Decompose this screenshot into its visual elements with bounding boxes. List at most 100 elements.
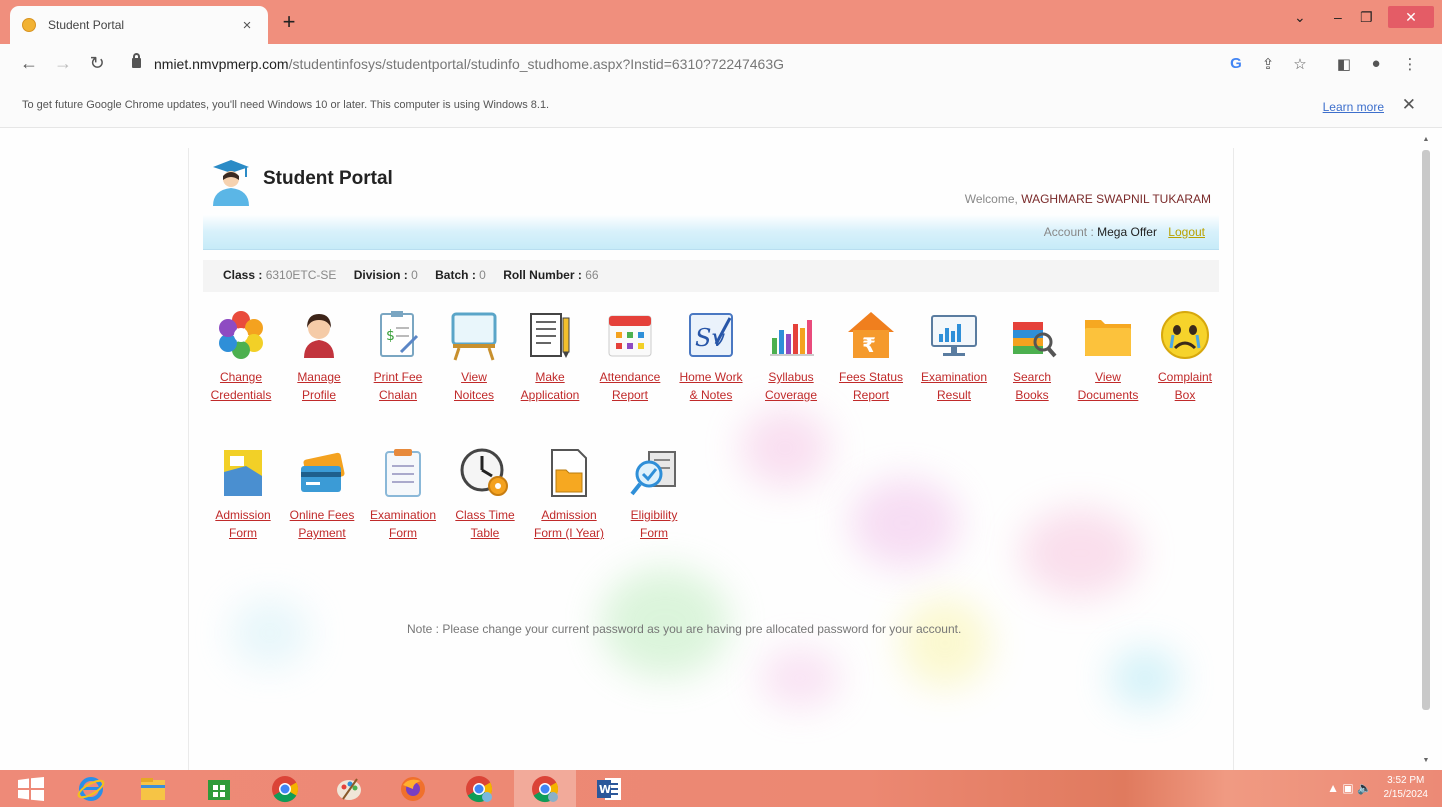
tile-label: View Documents (1077, 370, 1139, 402)
tab-favicon-icon (22, 18, 36, 32)
portal-container: Student Portal Welcome, WAGHMARE SWAPNIL… (188, 148, 1234, 770)
tile-label: Attendance Report (599, 370, 661, 402)
tile-make-application[interactable]: Make Application (510, 308, 590, 404)
internet-explorer-icon[interactable] (76, 774, 106, 804)
class-label: Class : (223, 268, 263, 282)
crying-face-icon (1161, 311, 1209, 359)
tile-eligibility-form[interactable]: Eligibility Form (614, 446, 694, 542)
address-bar[interactable]: nmiet.nmvpmerp.com/studentinfosys/studen… (154, 56, 784, 72)
tile-admission-form-i-year[interactable]: Admission Form (I Year) (529, 446, 609, 542)
tile-label: Manage Profile (297, 370, 341, 402)
division-value: 0 (411, 268, 418, 282)
share-icon[interactable]: ⇪ (1258, 55, 1278, 73)
store-icon[interactable] (204, 774, 234, 804)
scroll-up-icon[interactable]: ▲ (1420, 136, 1432, 143)
tile-syllabus-coverage[interactable]: Syllabus Coverage (751, 308, 831, 404)
infobar-message: To get future Google Chrome updates, you… (22, 99, 550, 111)
windows-start-icon[interactable] (16, 774, 46, 804)
magnifier-check-icon (630, 451, 676, 496)
restore-button[interactable]: ❐ (1360, 8, 1373, 26)
scroll-down-icon[interactable]: ▼ (1420, 757, 1432, 764)
menu-tiles: Change Credentials Manage Profile $ Prin… (203, 308, 1219, 584)
menu-kebab-icon[interactable]: ⋮ (1400, 55, 1420, 73)
tile-view-notices[interactable]: View Noitces (434, 308, 514, 404)
new-tab-button[interactable]: + (278, 10, 300, 34)
firefox-icon[interactable] (398, 774, 428, 804)
page-scrollbar[interactable]: ▲ ▼ (1420, 136, 1432, 764)
windows-taskbar: W ▲ ▣ 🔈 3:52 PM 2/15/2024 (0, 770, 1442, 807)
system-tray-icons[interactable]: ▲ ▣ 🔈 (1327, 781, 1372, 795)
chrome-icon[interactable] (270, 774, 300, 804)
minimize-button[interactable]: – (1334, 8, 1342, 26)
class-info-bar: Class : 6310ETC-SE Division : 0 Batch : … (203, 260, 1219, 292)
file-explorer-icon[interactable] (138, 774, 168, 804)
gear-icon (219, 311, 263, 359)
monitor-chart-icon (931, 315, 977, 356)
tile-attendance-report[interactable]: Attendance Report (590, 308, 670, 404)
back-button[interactable]: ← (18, 53, 40, 74)
password-note: Note : Please change your current passwo… (407, 622, 962, 636)
bar-chart-icon (770, 320, 814, 356)
tile-class-time-table[interactable]: Class Time Table (445, 446, 525, 542)
paint-icon[interactable] (334, 774, 364, 804)
account-label: Account : (1043, 225, 1094, 239)
close-window-button[interactable]: ✕ (1388, 6, 1434, 28)
lock-icon (132, 53, 141, 68)
account-info: Account : Mega Offer Logout (1044, 225, 1205, 239)
svg-text:$: $ (386, 328, 395, 344)
tile-row-1: Change Credentials Manage Profile $ Prin… (203, 308, 1219, 446)
tile-print-fee-chalan[interactable]: $ Print Fee Chalan (358, 308, 438, 404)
student-graduate-icon (213, 160, 249, 206)
clipboard-icon (385, 449, 421, 497)
tile-fees-status-report[interactable]: ₹ Fees Status Report (831, 308, 911, 404)
page-title: Student Portal (263, 168, 393, 189)
rupee-house-icon: ₹ (848, 312, 894, 358)
tab-close-icon[interactable]: × (238, 17, 256, 34)
clock-time: 3:52 PM (1387, 775, 1425, 786)
bookmark-star-icon[interactable]: ☆ (1290, 55, 1310, 73)
tile-search-books[interactable]: Search Books (992, 308, 1072, 404)
person-icon (304, 314, 334, 358)
tile-home-work-notes[interactable]: Sv Home Work & Notes (671, 308, 751, 404)
calendar-icon (608, 315, 652, 357)
learn-more-link[interactable]: Learn more (1323, 100, 1384, 114)
welcome-prefix: Welcome, (964, 192, 1018, 206)
profile-icon[interactable]: ● (1366, 55, 1386, 72)
tile-change-credentials[interactable]: Change Credentials (201, 308, 281, 404)
tile-label: Make Application (520, 370, 580, 402)
account-bar: Account : Mega Offer Logout (203, 214, 1219, 250)
reload-button[interactable]: ↻ (86, 53, 108, 74)
form-icon (224, 450, 262, 496)
forward-button[interactable]: → (52, 53, 74, 74)
browser-tab-student-portal[interactable]: Student Portal × (10, 6, 268, 44)
taskbar-clock[interactable]: 3:52 PM 2/15/2024 (1384, 774, 1429, 802)
account-plan: Mega Offer (1097, 225, 1157, 239)
class-value: 6310ETC-SE (265, 268, 337, 282)
tile-view-documents[interactable]: View Documents (1068, 308, 1148, 404)
chrome-profile-icon[interactable] (464, 774, 494, 804)
tile-examination-form[interactable]: Examination Form (363, 446, 443, 542)
browser-tab-strip: Student Portal × + ⌄ – ❐ ✕ (0, 0, 1442, 44)
tile-manage-profile[interactable]: Manage Profile (279, 308, 359, 404)
tab-search-chevron-icon[interactable]: ⌄ (1294, 8, 1306, 26)
logout-link[interactable]: Logout (1168, 225, 1205, 239)
tile-label: Home Work & Notes (679, 370, 743, 402)
tile-label: Change Credentials (210, 370, 272, 402)
book-search-icon (1013, 322, 1057, 358)
page-content: Student Portal Welcome, WAGHMARE SWAPNIL… (0, 128, 1442, 770)
folder-icon (1085, 320, 1131, 356)
chrome-active-icon[interactable] (530, 774, 560, 804)
receipt-icon: $ (380, 311, 419, 357)
tile-examination-result[interactable]: Examination Result (914, 308, 994, 404)
tile-complaint-box[interactable]: Complaint Box (1145, 308, 1225, 404)
url-domain: nmiet.nmvpmerp.com (154, 56, 289, 72)
google-icon[interactable]: G (1226, 55, 1246, 72)
welcome-text: Welcome, WAGHMARE SWAPNIL TUKARAM (965, 192, 1211, 206)
word-icon[interactable]: W (594, 774, 624, 804)
division-info: Division : 0 (354, 268, 418, 282)
tile-online-fees-payment[interactable]: Online Fees Payment (282, 446, 362, 542)
infobar-close-icon[interactable]: ✕ (1402, 95, 1416, 115)
tile-admission-form[interactable]: Admission Form (203, 446, 283, 542)
side-panel-icon[interactable]: ◧ (1334, 55, 1354, 73)
scroll-thumb[interactable] (1422, 150, 1430, 710)
